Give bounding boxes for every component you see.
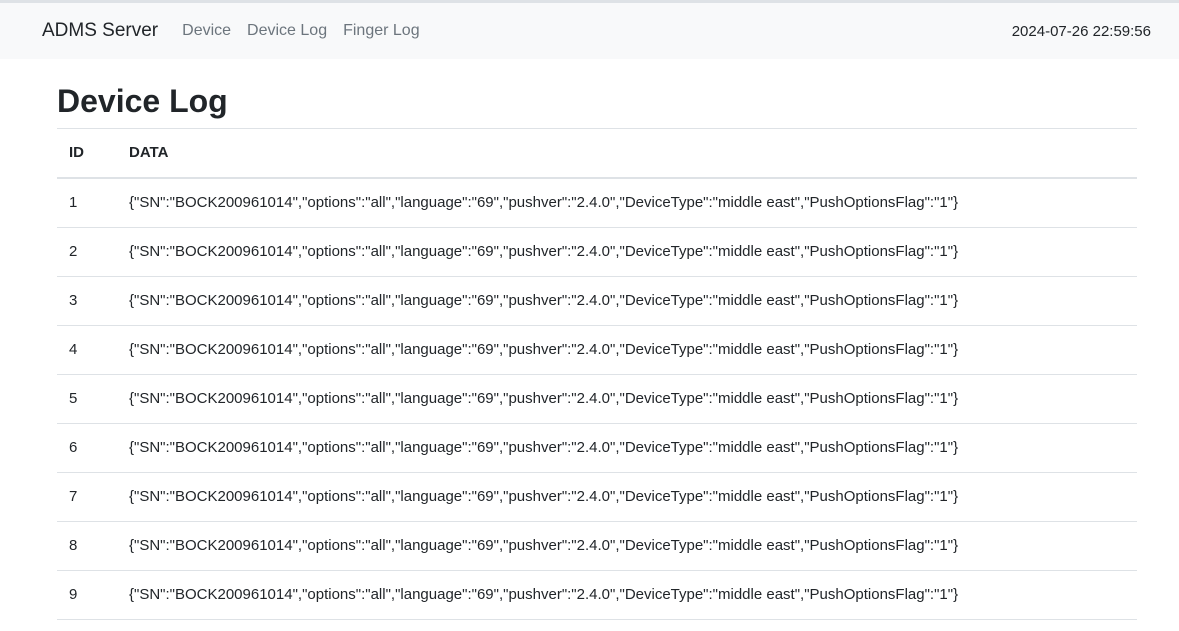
cell-id: 2	[57, 227, 117, 277]
navbar: ADMS Server Device Device Log Finger Log…	[0, 3, 1179, 59]
brand-link[interactable]: ADMS Server	[42, 20, 158, 42]
table-row: 5 {"SN":"BOCK200961014","options":"all","…	[57, 374, 1137, 424]
table-row: 1 {"SN":"BOCK200961014","options":"all","…	[57, 177, 1137, 228]
nav-link-finger-log[interactable]: Finger Log	[343, 22, 420, 40]
table-row: 2 {"SN":"BOCK200961014","options":"all","…	[57, 227, 1137, 277]
table-header-row: ID DATA	[57, 128, 1137, 179]
cell-id: 6	[57, 423, 117, 473]
cell-id: 7	[57, 472, 117, 522]
table-row: 8 {"SN":"BOCK200961014","options":"all","…	[57, 521, 1137, 571]
cell-data: {"SN":"BOCK200961014","options":"all","l…	[117, 177, 1137, 228]
cell-id: 4	[57, 325, 117, 375]
clock: 2024-07-26 22:59:56	[1011, 22, 1151, 40]
cell-data: {"SN":"BOCK200961014","options":"all","l…	[117, 374, 1137, 424]
cell-data: {"SN":"BOCK200961014","options":"all","l…	[117, 276, 1137, 326]
cell-id: 9	[57, 570, 117, 620]
page-title: Device Log	[57, 83, 228, 119]
table-row: 7 {"SN":"BOCK200961014","options":"all","…	[57, 472, 1137, 522]
table-row: 6 {"SN":"BOCK200961014","options":"all","…	[57, 423, 1137, 473]
nav-link-device[interactable]: Device	[182, 22, 231, 40]
cell-data: {"SN":"BOCK200961014","options":"all","l…	[117, 423, 1137, 473]
cell-data: {"SN":"BOCK200961014","options":"all","l…	[117, 472, 1137, 522]
table-body: 1 {"SN":"BOCK200961014","options":"all","…	[57, 177, 1137, 620]
nav-links: Device Device Log Finger Log	[174, 22, 427, 40]
nav-link-device-log[interactable]: Device Log	[247, 22, 327, 40]
table-row: 9 {"SN":"BOCK200961014","options":"all","…	[57, 570, 1137, 620]
cell-data: {"SN":"BOCK200961014","options":"all","l…	[117, 570, 1137, 620]
column-header-id: ID	[57, 128, 117, 179]
cell-id: 8	[57, 521, 117, 571]
column-header-data: DATA	[117, 128, 1137, 179]
cell-id: 3	[57, 276, 117, 326]
main-content: Device Log ID DATA 1 {"SN":"BOCK200961014…	[57, 83, 1137, 620]
cell-data: {"SN":"BOCK200961014","options":"all","l…	[117, 227, 1137, 277]
cell-id: 5	[57, 374, 117, 424]
cell-id: 1	[57, 177, 117, 228]
table-row: 4 {"SN":"BOCK200961014","options":"all","…	[57, 325, 1137, 375]
cell-data: {"SN":"BOCK200961014","options":"all","l…	[117, 325, 1137, 375]
table-row: 3 {"SN":"BOCK200961014","options":"all","…	[57, 276, 1137, 326]
device-log-table: ID DATA 1 {"SN":"BOCK200961014","options"…	[57, 127, 1137, 620]
cell-data: {"SN":"BOCK200961014","options":"all","l…	[117, 521, 1137, 571]
